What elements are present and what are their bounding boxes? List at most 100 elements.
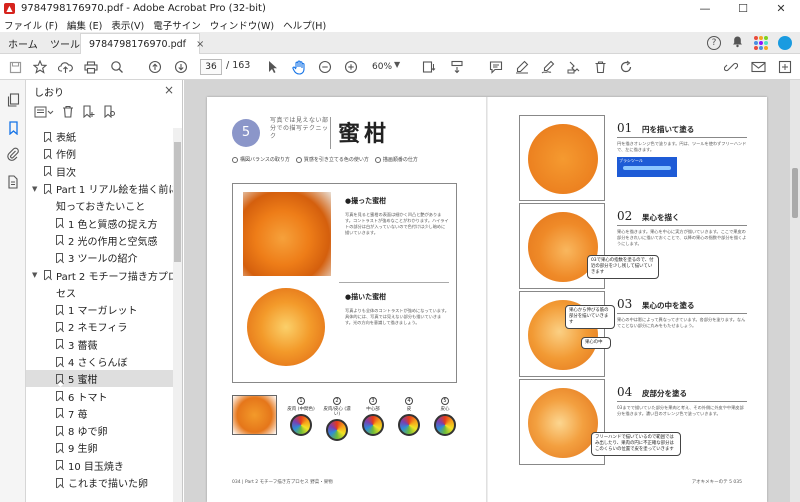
collapse-caret-icon[interactable]: ▼: [32, 185, 37, 193]
apps-grid-icon[interactable]: [754, 36, 768, 50]
step-rule: [617, 401, 747, 402]
page-number-input[interactable]: 36: [200, 59, 222, 75]
annotation-callout: 03で果心の指数を塗るので、付近の部分を少し残して描いていきます: [587, 255, 659, 279]
menu-help[interactable]: ヘルプ(H): [283, 18, 326, 32]
step-number: 03: [617, 297, 633, 311]
bookmark-item[interactable]: 表紙: [26, 128, 173, 145]
user-avatar[interactable]: [778, 36, 792, 50]
painted-description: 写真よりも全体のコントラストが強めになっています。具体的には、写真では見えない部…: [345, 308, 449, 325]
scroll-mode-icon[interactable]: [448, 58, 466, 76]
bookmark-item[interactable]: 作例: [26, 145, 173, 162]
bookmark-item-selected[interactable]: 5 蜜柑: [26, 370, 173, 388]
bookmark-item[interactable]: 10 目玉焼き: [26, 457, 173, 474]
star-icon[interactable]: [31, 58, 49, 76]
bookmark-item-continuation[interactable]: 知っておきたいこと: [26, 197, 173, 214]
menu-window[interactable]: ウィンドウ(W): [210, 18, 274, 32]
tab-tools[interactable]: ツール: [50, 36, 80, 51]
sign-icon[interactable]: [539, 58, 557, 76]
color-swatch: 4 皮: [395, 397, 423, 441]
bookmark-icon: [56, 391, 63, 402]
chapter-subtitle: 写真では見えない部分での描写テクニック: [270, 117, 329, 140]
page-total: / 163: [226, 60, 251, 71]
step-number: 04: [617, 385, 633, 399]
attachments-icon[interactable]: [5, 146, 21, 162]
zoom-out-icon[interactable]: [316, 58, 334, 76]
bookmark-item[interactable]: 2 ネモフィラ: [26, 318, 173, 335]
window-controls: — ☐ ✕: [686, 0, 800, 17]
menu-view[interactable]: 表示(V): [111, 18, 144, 32]
help-icon[interactable]: ?: [707, 36, 721, 50]
bookmark-item[interactable]: 8 ゆで卵: [26, 422, 173, 439]
share-link-icon[interactable]: [722, 58, 740, 76]
search-icon[interactable]: [108, 58, 126, 76]
bookmark-item[interactable]: 3 ツールの紹介: [26, 249, 173, 266]
menu-esign[interactable]: 電子サイン: [153, 18, 201, 32]
next-page-icon[interactable]: [172, 58, 190, 76]
email-icon[interactable]: [749, 58, 767, 76]
layers-page-icon[interactable]: [5, 174, 21, 190]
bookmark-item[interactable]: 4 さくらんぼ: [26, 353, 173, 370]
bookmark-item[interactable]: 1 色と質感の捉え方: [26, 214, 173, 231]
bookmark-item[interactable]: 9 生卵: [26, 439, 173, 456]
tab-document[interactable]: 9784798176970.pdf ×: [80, 33, 204, 54]
find-bookmark-icon[interactable]: [103, 105, 116, 121]
collapse-caret-icon[interactable]: ▼: [32, 271, 37, 279]
bookmark-icon: [56, 442, 63, 453]
bookmarks-panel-icon[interactable]: [5, 120, 21, 136]
bookmark-icon: [56, 408, 63, 419]
print-icon[interactable]: [82, 58, 100, 76]
hand-tool-icon[interactable]: [290, 58, 308, 76]
chapter-title: 蜜柑: [338, 121, 391, 147]
tab-home[interactable]: ホーム: [8, 36, 38, 51]
bookmark-item[interactable]: 3 薔薇: [26, 336, 173, 353]
bookmark-icon: [56, 477, 63, 488]
comment-icon[interactable]: [487, 58, 505, 76]
menu-edit[interactable]: 編集 (E): [67, 18, 102, 32]
bookmark-item-part1[interactable]: ▼ Part 1 リアル絵を描く前に: [26, 180, 178, 197]
maximize-button[interactable]: ☐: [724, 0, 762, 17]
document-scrollbar[interactable]: [790, 80, 800, 502]
highlight-pen-icon[interactable]: [513, 58, 531, 76]
bookmark-icon: [44, 166, 51, 177]
step-image: [519, 115, 605, 201]
select-cursor-icon[interactable]: [264, 58, 282, 76]
bookmark-item[interactable]: 1 マーガレット: [26, 301, 173, 318]
bookmark-item[interactable]: 6 トマト: [26, 387, 173, 404]
delete-bookmark-icon[interactable]: [62, 105, 74, 121]
bell-icon[interactable]: [731, 35, 744, 51]
bookmarks-scroll-thumb[interactable]: [174, 142, 181, 262]
step-rule: [617, 313, 747, 314]
close-panel-icon[interactable]: ×: [164, 83, 174, 97]
save-icon[interactable]: [6, 58, 24, 76]
document-view[interactable]: 5 写真では見えない部分での描写テクニック 蜜柑 構図バランスの取り方 質感を引…: [184, 80, 800, 502]
bookmark-item[interactable]: これまで描いた卵: [26, 474, 173, 491]
bookmark-item[interactable]: 目次: [26, 163, 173, 180]
bookmark-icon: [56, 339, 63, 350]
document-scroll-thumb[interactable]: [792, 168, 798, 218]
bookmark-item-part2[interactable]: ▼ Part 2 モチーフ描き方プロ: [26, 266, 178, 283]
zoom-in-icon[interactable]: [342, 58, 360, 76]
bookmark-item-continuation[interactable]: セス: [26, 284, 173, 301]
brush-stroke: [623, 166, 671, 170]
new-bookmark-icon[interactable]: [82, 105, 95, 121]
close-tab-icon[interactable]: ×: [196, 39, 204, 50]
color-wheel-icon: [326, 419, 348, 441]
minimize-button[interactable]: —: [686, 0, 724, 17]
menu-file[interactable]: ファイル (F): [4, 18, 58, 32]
zoom-dropdown-icon[interactable]: ▼: [394, 60, 400, 69]
bookmarks-scrollbar[interactable]: [173, 128, 182, 502]
trash-icon[interactable]: [591, 58, 609, 76]
rotate-icon[interactable]: [617, 58, 635, 76]
previous-page-icon[interactable]: [146, 58, 164, 76]
options-menu-icon[interactable]: [34, 106, 54, 121]
more-tools-icon[interactable]: [776, 58, 794, 76]
stamp-icon[interactable]: [565, 58, 583, 76]
bookmark-item[interactable]: 2 光の作用と空気感: [26, 232, 173, 249]
upload-cloud-icon[interactable]: [56, 58, 74, 76]
painted-orange: [247, 288, 325, 366]
fit-page-icon[interactable]: [420, 58, 438, 76]
bookmark-item[interactable]: 7 苺: [26, 405, 173, 422]
color-wheel-icon: [398, 414, 420, 436]
close-window-button[interactable]: ✕: [762, 0, 800, 17]
page-thumbnails-icon[interactable]: [5, 92, 21, 108]
